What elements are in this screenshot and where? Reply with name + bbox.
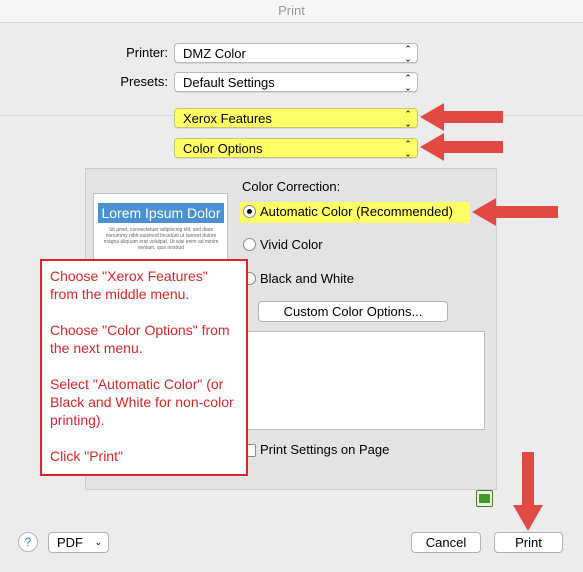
red-arrow-icon: [513, 452, 543, 531]
red-arrow-icon: [420, 133, 503, 161]
red-arrow-icon: [420, 103, 503, 131]
red-arrow-icon: [472, 198, 558, 226]
arrows-overlay: [420, 103, 558, 531]
